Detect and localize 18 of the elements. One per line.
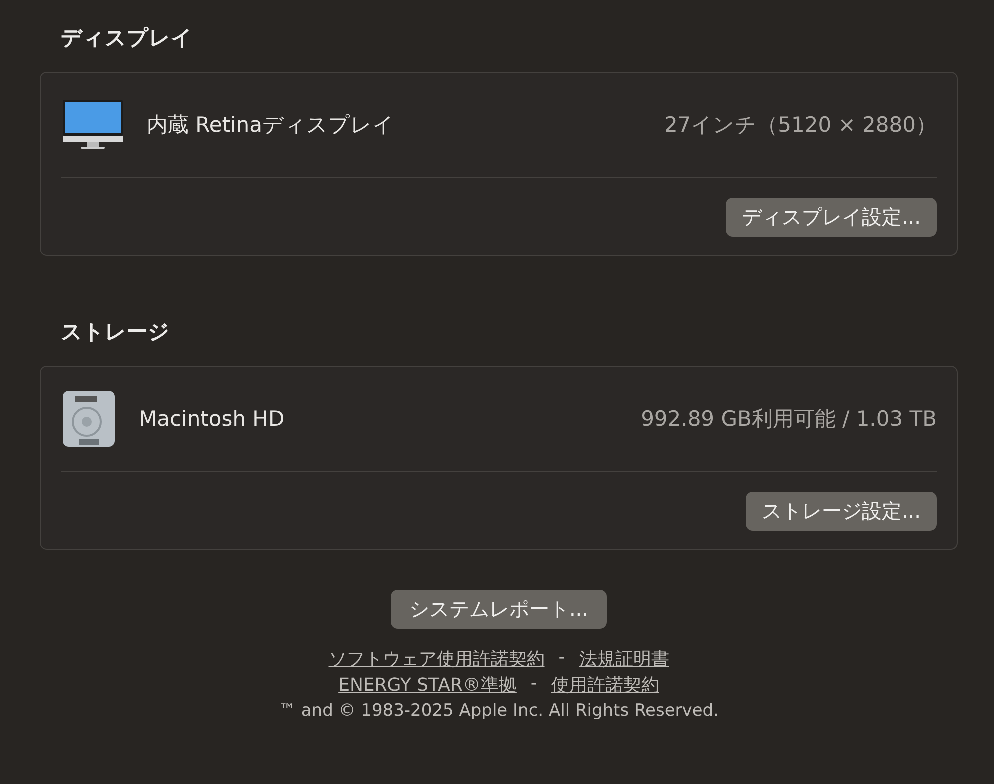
section-title: ストレージ xyxy=(60,319,171,346)
device-detail: 27インチ（5120 × 2880） xyxy=(664,112,937,139)
legal-link[interactable]: ENERGY STAR®準拠 xyxy=(338,673,517,697)
hard-drive-icon xyxy=(61,390,117,448)
settings-button[interactable]: ディスプレイ設定... xyxy=(726,198,937,237)
separator: - xyxy=(530,673,538,696)
copyright-text: ™ and © 1983-2025 Apple Inc. All Rights Reserved. xyxy=(278,701,720,721)
legal-link[interactable]: ソフトウェア使用許諾契約 xyxy=(328,647,545,671)
monitor-icon xyxy=(61,99,125,151)
device-name: Macintosh HD xyxy=(139,407,286,431)
settings-button[interactable]: ストレージ設定... xyxy=(746,492,937,531)
legal-link[interactable]: 使用許諾契約 xyxy=(551,673,660,697)
device-name: 内蔵 Retinaディスプレイ xyxy=(147,112,396,139)
system-report-button[interactable]: システムレポート... xyxy=(391,590,607,629)
legal-link[interactable]: 法規証明書 xyxy=(579,647,670,671)
separator: - xyxy=(558,647,566,670)
section-title: ディスプレイ xyxy=(60,25,194,52)
device-detail: 992.89 GB利用可能 / 1.03 TB xyxy=(641,406,937,433)
